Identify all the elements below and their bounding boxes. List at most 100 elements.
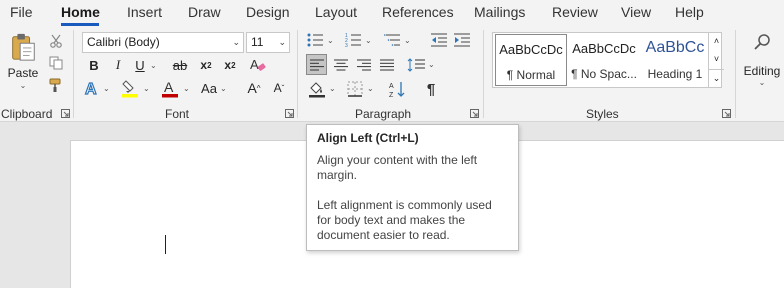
style-no-spacing[interactable]: AaBbCcDc ¶ No Spac... <box>568 34 640 86</box>
highlight-color-button[interactable] <box>120 78 140 98</box>
justify-button[interactable] <box>377 55 396 74</box>
superscript-button[interactable]: x2 <box>222 56 238 74</box>
borders-dropdown-caret[interactable]: ⌄ <box>367 84 374 93</box>
shading-button[interactable] <box>307 79 327 99</box>
clear-formatting-button[interactable]: A <box>249 56 267 74</box>
svg-text:3: 3 <box>345 43 348 47</box>
tab-home[interactable]: Home <box>61 4 100 20</box>
paragraph-dialog-launcher-icon[interactable] <box>470 109 479 118</box>
editing-button[interactable]: Editing ⌄ <box>740 30 784 94</box>
font-color-button[interactable]: A <box>160 78 180 98</box>
font-size-combo[interactable]: 11 ⌄ <box>246 32 290 53</box>
underline-dropdown-caret[interactable]: ⌄ <box>150 61 157 70</box>
borders-button[interactable] <box>345 79 365 99</box>
line-spacing-button[interactable] <box>406 55 426 74</box>
clipboard-group-label: Clipboard <box>1 107 53 121</box>
svg-text:A: A <box>389 83 394 90</box>
underline-button[interactable]: U <box>132 56 148 74</box>
gallery-scroll-up-icon[interactable]: ˄ <box>709 32 724 50</box>
change-case-button[interactable]: Aa <box>199 78 219 98</box>
gallery-scroll-down-icon[interactable]: ˅ <box>709 50 724 68</box>
highlight-dropdown-caret[interactable]: ⌄ <box>143 84 150 93</box>
show-paragraph-marks-button[interactable]: ¶ <box>422 79 440 99</box>
paste-button[interactable]: Paste ⌄ <box>4 32 42 90</box>
group-separator <box>735 30 736 118</box>
shading-dropdown-caret[interactable]: ⌄ <box>329 84 336 93</box>
align-right-button[interactable] <box>354 55 373 74</box>
tab-file[interactable]: File <box>10 4 33 20</box>
tab-design[interactable]: Design <box>246 4 290 20</box>
style-heading-1[interactable]: AaBbCc Heading 1 <box>639 34 711 86</box>
font-color-dropdown-caret[interactable]: ⌄ <box>183 84 190 93</box>
format-painter-button[interactable] <box>47 76 65 94</box>
numbering-button[interactable]: 123 <box>344 31 362 49</box>
bullets-button[interactable] <box>306 31 324 49</box>
align-left-button[interactable] <box>306 54 327 75</box>
font-size-value: 11 <box>251 35 264 49</box>
font-name-combo[interactable]: Calibri (Body) ⌄ <box>82 32 244 53</box>
styles-dialog-launcher-icon[interactable] <box>722 109 731 118</box>
gallery-more-icon[interactable]: ⌄ <box>709 69 724 87</box>
line-spacing-dropdown-caret[interactable]: ⌄ <box>428 60 435 69</box>
tab-help[interactable]: Help <box>675 4 704 20</box>
tab-view[interactable]: View <box>621 4 651 20</box>
svg-text:A: A <box>85 81 97 97</box>
subscript-button[interactable]: x2 <box>198 56 214 74</box>
search-icon <box>754 34 770 50</box>
increase-indent-button[interactable] <box>453 31 471 49</box>
tab-review[interactable]: Review <box>552 4 598 20</box>
styles-group-label: Styles <box>586 107 619 121</box>
sort-button[interactable]: AZ <box>388 79 408 99</box>
bold-button[interactable]: B <box>86 56 102 74</box>
text-effects-button[interactable]: A <box>84 78 102 98</box>
copy-button[interactable] <box>47 54 65 72</box>
text-cursor <box>165 235 166 254</box>
svg-text:A: A <box>250 57 259 72</box>
group-separator <box>73 30 74 118</box>
sort-az-icon: AZ <box>389 82 405 98</box>
style-sample: AaBbCc <box>645 39 705 56</box>
style-normal[interactable]: AaBbCcDc ¶ Normal <box>495 34 567 86</box>
multilevel-list-button[interactable] <box>383 31 401 49</box>
paste-dropdown-caret[interactable]: ⌄ <box>20 81 27 90</box>
shrink-font-label: A <box>273 81 282 95</box>
text-effects-dropdown-caret[interactable]: ⌄ <box>103 84 110 93</box>
tab-draw[interactable]: Draw <box>188 4 221 20</box>
font-group-label: Font <box>165 107 190 121</box>
justify-icon <box>379 59 394 70</box>
strikethrough-button[interactable]: ab <box>170 56 190 74</box>
decrease-indent-button[interactable] <box>430 31 448 49</box>
style-name: Heading 1 <box>647 67 703 81</box>
editing-dropdown-caret[interactable]: ⌄ <box>759 78 766 87</box>
increase-indent-icon <box>454 33 470 47</box>
cut-button[interactable] <box>47 32 65 50</box>
tab-references[interactable]: References <box>382 4 454 20</box>
shrink-font-button[interactable]: Aˇ <box>270 78 288 98</box>
font-color-icon: A <box>162 79 178 98</box>
tab-mailings[interactable]: Mailings <box>474 4 525 20</box>
change-case-dropdown-caret[interactable]: ⌄ <box>220 84 227 93</box>
align-center-icon <box>333 59 348 70</box>
tab-insert[interactable]: Insert <box>127 4 162 20</box>
numbered-list-icon: 123 <box>345 33 361 47</box>
font-name-dropdown-icon[interactable]: ⌄ <box>232 33 240 52</box>
ribbon-tab-bar: File Home Insert Draw Design Layout Refe… <box>0 0 784 26</box>
bullets-dropdown-caret[interactable]: ⌄ <box>327 36 334 45</box>
center-button[interactable] <box>331 55 350 74</box>
numbering-dropdown-caret[interactable]: ⌄ <box>365 36 372 45</box>
font-size-dropdown-icon[interactable]: ⌄ <box>278 33 286 52</box>
font-name-value: Calibri (Body) <box>87 35 160 49</box>
clipboard-dialog-launcher-icon[interactable] <box>61 109 70 118</box>
italic-button[interactable]: I <box>110 56 126 74</box>
grow-font-button[interactable]: A ^ <box>245 78 263 98</box>
paste-icon <box>12 33 35 61</box>
ribbon: Paste ⌄ Clipboard Calibri (Body) ⌄ 11 ⌄ … <box>0 26 784 122</box>
multilevel-dropdown-caret[interactable]: ⌄ <box>404 36 411 45</box>
font-dialog-launcher-icon[interactable] <box>285 109 294 118</box>
align-right-icon <box>356 59 371 70</box>
paragraph-group-label: Paragraph <box>355 107 412 121</box>
text-effects-icon: A <box>84 80 97 97</box>
grow-font-label: A <box>247 80 257 96</box>
tab-layout[interactable]: Layout <box>315 4 357 20</box>
styles-gallery: AaBbCcDc ¶ Normal AaBbCcDc ¶ No Spac... … <box>492 32 722 88</box>
